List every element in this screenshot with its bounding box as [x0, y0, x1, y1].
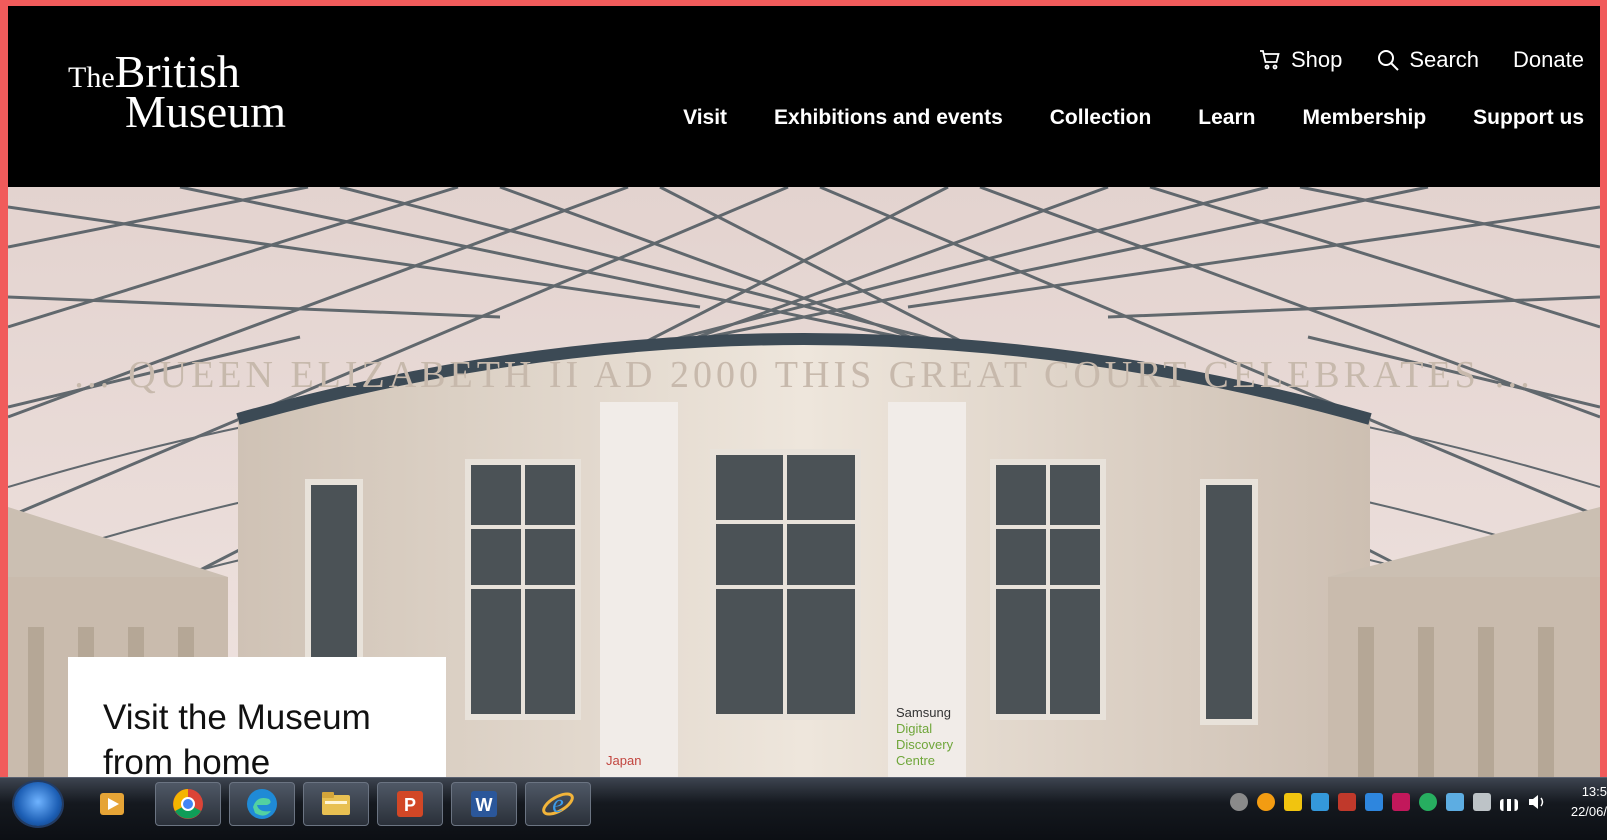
system-tray [1230, 792, 1547, 812]
tray-gear-icon[interactable] [1230, 793, 1248, 811]
clock-time: 13:5 [1581, 784, 1607, 799]
shop-label: Shop [1290, 47, 1343, 72]
start-button-icon[interactable] [14, 782, 62, 826]
shop-link[interactable]: Shop [1258, 47, 1342, 73]
tray-sync-icon[interactable] [1419, 793, 1437, 811]
volume-icon[interactable] [1527, 792, 1547, 812]
tray-close-app-icon[interactable] [1338, 793, 1356, 811]
site-header: TheBritish Museum Shop Search Donate Vis… [8, 6, 1600, 187]
tray-monitor-icon[interactable] [1446, 793, 1464, 811]
utility-nav: Shop Search Donate [1258, 47, 1584, 73]
nav-exhibitions[interactable]: Exhibitions and events [774, 106, 1003, 130]
tray-orange-icon[interactable] [1257, 793, 1275, 811]
donate-link[interactable]: Donate [1513, 47, 1584, 73]
logo-museum: Museum [125, 86, 286, 137]
search-label: Search [1409, 47, 1480, 72]
nav-membership[interactable]: Membership [1302, 106, 1426, 130]
taskbar-word[interactable]: W [451, 782, 517, 826]
file-explorer-icon [322, 792, 350, 815]
taskbar-internet-explorer[interactable]: e [525, 782, 591, 826]
nav-support-us[interactable]: Support us [1473, 106, 1584, 130]
edge-icon [247, 789, 277, 819]
browser-viewport: TheBritish Museum Shop Search Donate Vis… [8, 6, 1600, 794]
svg-text:W: W [476, 795, 493, 815]
search-icon [1378, 50, 1400, 71]
samsung-banner-line4: Centre [896, 753, 935, 768]
svg-text:P: P [404, 795, 416, 815]
nav-learn[interactable]: Learn [1198, 106, 1255, 130]
cart-icon [1259, 50, 1280, 70]
tray-shield-icon[interactable] [1284, 793, 1302, 811]
taskbar-chrome[interactable] [155, 782, 221, 826]
samsung-banner-line3: Discovery [896, 737, 954, 752]
donate-label: Donate [1513, 47, 1584, 72]
samsung-banner-line2: Digital [896, 721, 932, 736]
samsung-banner-line1: Samsung [896, 705, 951, 720]
search-link[interactable]: Search [1376, 47, 1479, 73]
powerpoint-icon: P [397, 791, 423, 817]
svg-text:e: e [552, 789, 564, 818]
card-title: Visit the Museum from home [103, 698, 371, 782]
taskbar-powerpoint[interactable]: P [377, 782, 443, 826]
hero-image: … QUEEN ELIZABETH II AD 2000 THIS GREAT … [8, 187, 1600, 794]
chrome-icon [173, 789, 203, 819]
windows-media-player-icon [100, 793, 124, 815]
internet-explorer-icon: e [542, 789, 574, 818]
clock-date: 22/06/ [1570, 804, 1607, 819]
japan-banner-text: Japan [606, 753, 641, 768]
nav-visit[interactable]: Visit [683, 106, 727, 130]
taskbar-file-explorer[interactable] [303, 782, 369, 826]
inscription-text: … QUEEN ELIZABETH II AD 2000 THIS GREAT … [73, 354, 1536, 396]
system-clock[interactable]: 13:5 22/06/ [1555, 782, 1607, 822]
taskbar-media-player[interactable] [85, 782, 139, 826]
taskbar-edge[interactable] [229, 782, 295, 826]
british-museum-logo[interactable]: TheBritish Museum [68, 49, 286, 135]
word-icon: W [471, 791, 497, 817]
tray-user-icon[interactable] [1392, 793, 1410, 811]
tray-signal-icon[interactable] [1500, 799, 1518, 811]
tray-d-app-icon[interactable] [1365, 793, 1383, 811]
logo-the: The [68, 61, 115, 94]
main-nav: Visit Exhibitions and events Collection … [683, 106, 1584, 130]
nav-collection[interactable]: Collection [1050, 106, 1152, 130]
tray-power-icon[interactable] [1473, 793, 1491, 811]
windows-taskbar: P W e 13:5 22/06/ [0, 777, 1607, 840]
visit-from-home-card[interactable]: Visit the Museum from home [68, 657, 446, 794]
tray-network-app-icon[interactable] [1311, 793, 1329, 811]
